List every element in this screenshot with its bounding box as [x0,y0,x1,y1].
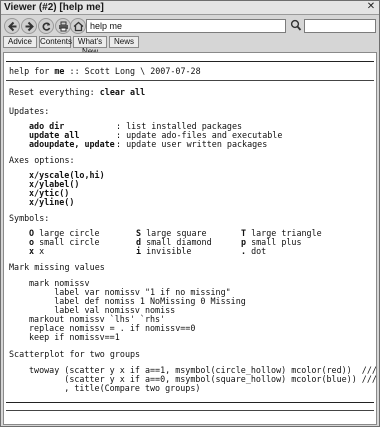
window-title: Viewer (#2) [help me] [4,2,104,13]
refresh-icon [42,22,51,31]
missing-heading: Mark missing values [9,262,105,272]
divider [6,410,374,411]
command-field[interactable] [86,19,286,33]
clear-all-link[interactable]: clear all [100,87,145,97]
forward-button[interactable] [21,18,37,34]
axes-option-link[interactable]: x/yline() [29,198,74,207]
help-document: help for me :: Scott Long \ 2007-07-28 R… [3,52,377,425]
nav-buttons: Advice Contents What's New News [1,36,379,56]
arrow-right-icon [25,21,34,32]
updates-heading: Updates: [9,106,50,116]
home-button[interactable] [70,18,86,34]
update-cmd-link[interactable]: adoupdate, update [29,140,115,149]
divider [6,61,374,62]
print-icon [59,21,68,32]
axes-heading: Axes options: [9,155,75,165]
divider [6,402,374,403]
title-bar: Viewer (#2) [help me] ✕ [1,1,379,15]
search-icon[interactable] [290,19,302,32]
news-button[interactable]: News [109,36,139,48]
code-line: , title(Compare two groups) [29,383,201,393]
update-desc: : update user written packages [116,139,268,149]
contents-button[interactable]: Contents [39,36,72,48]
whats-new-button[interactable]: What's New [73,36,107,56]
search-input[interactable] [307,24,375,36]
search-field[interactable] [304,19,376,36]
command-input[interactable] [90,20,280,32]
refresh-button[interactable] [38,18,54,34]
viewer-window: Viewer (#2) [help me] ✕ help me Advice C… [0,0,380,427]
back-button[interactable] [4,18,20,34]
help-header: help for me :: Scott Long \ 2007-07-28 [9,66,201,76]
divider [6,80,374,81]
symbol-entry: i invisible [136,246,192,256]
home-icon [73,21,84,32]
symbol-entry: . dot [241,246,267,256]
code-line: keep if nomissv==1 [29,332,120,342]
scatter-heading: Scatterplot for two groups [9,349,141,359]
arrow-left-icon [8,21,17,32]
toolbar [1,16,379,36]
print-button[interactable] [55,18,71,34]
advice-button[interactable]: Advice [3,36,37,48]
symbols-heading: Symbols: [9,213,50,223]
symbol-entry: x x [29,246,45,256]
close-icon[interactable]: ✕ [365,2,377,13]
reset-line: Reset everything: clear all [9,87,146,97]
